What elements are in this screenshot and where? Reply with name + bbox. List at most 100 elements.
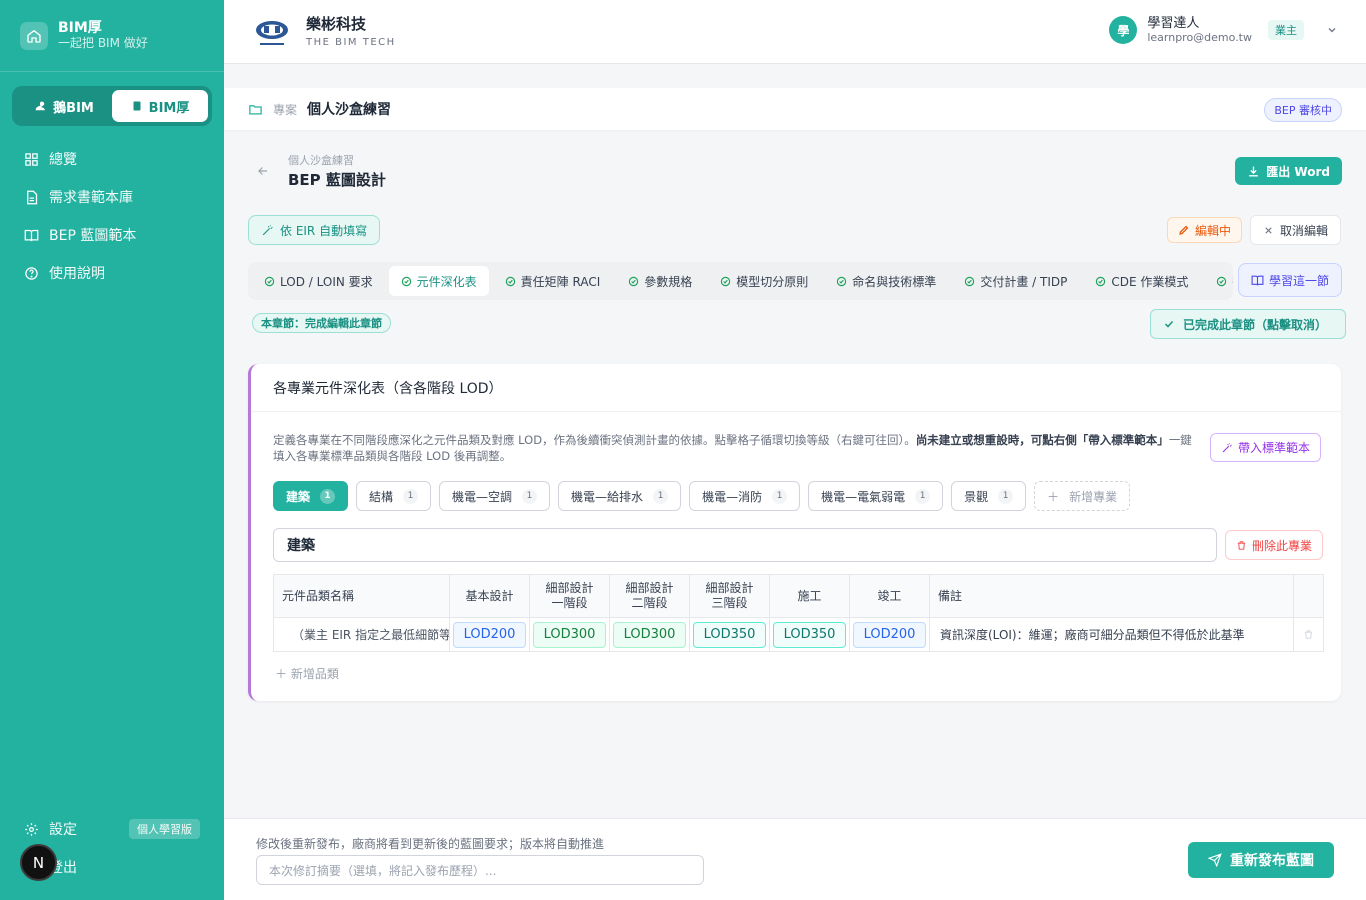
column-header: 細部設計 三階段 xyxy=(689,574,770,618)
table-row: （業主 EIR 指定之最低細節等 LOD200 LOD300 LOD300 LOD350… xyxy=(273,617,1324,652)
lod-cell[interactable]: LOD350 xyxy=(769,617,850,652)
discipline-count: 1 xyxy=(772,488,788,504)
discipline-tabs: 建築 1 結構 1 機電—空調 1 機電—給排水 1 機電—消防 1 機電—電氣弱電 1 景觀 1 ＋ 新增… xyxy=(273,481,1131,511)
status-badge: BEP 審核中 xyxy=(1264,98,1342,122)
lod-cell[interactable]: LOD200 xyxy=(849,617,930,652)
export-word-button[interactable]: 匯出 Word xyxy=(1235,157,1342,185)
category-name-cell[interactable]: （業主 EIR 指定之最低細節等 xyxy=(273,617,450,652)
tab-section[interactable]: LOD / LOIN 要求 xyxy=(252,266,385,296)
lod-badge: LOD300 xyxy=(613,621,686,648)
grid-icon xyxy=(24,152,39,167)
column-header-line: 一階段 xyxy=(551,596,588,610)
discipline-tab[interactable]: 機電—消防 1 xyxy=(689,481,801,511)
row-delete-cell[interactable] xyxy=(1293,617,1324,652)
nav-help[interactable]: 使用說明 xyxy=(0,254,224,292)
eir-autofill-button[interactable]: 依 EIR 自動填寫 xyxy=(248,215,381,245)
category-name: （業主 EIR 指定之最低細節等 xyxy=(292,628,450,642)
trash-icon xyxy=(1236,540,1247,551)
back-arrow-icon[interactable] xyxy=(256,164,270,178)
lod-cell[interactable]: LOD350 xyxy=(689,617,770,652)
nav-overview[interactable]: 總覽 xyxy=(0,140,224,178)
tab-label: 責任矩陣 RACI xyxy=(520,274,601,289)
sidebar: BIM厚 一起把 BIM 做好 鵝BIM BIM厚 總覽 需求書範本庫 BEP … xyxy=(0,0,224,900)
discipline-label: 機電—給排水 xyxy=(571,489,644,504)
column-header: 基本設計 xyxy=(449,574,530,618)
tab-section[interactable]: CDE 作業模式 xyxy=(1083,266,1200,296)
column-header: 施工 xyxy=(769,574,850,618)
sidebar-brand[interactable]: BIM厚 一起把 BIM 做好 xyxy=(0,0,224,72)
switch-goose-bim[interactable]: 鵝BIM xyxy=(16,90,112,122)
lod-table: 元件品類名稱 基本設計 細部設計 一階段 細部設計 二階段 細部設計 三階段 施工 竣工 備註 （業… xyxy=(273,574,1324,652)
column-header: 竣工 xyxy=(849,574,930,618)
user-email: learnpro@demo.tw xyxy=(1147,31,1252,44)
send-icon xyxy=(1208,853,1222,867)
tab-section[interactable]: 參數規格 xyxy=(616,266,704,296)
nav-label: 需求書範本庫 xyxy=(49,190,133,206)
discipline-tab[interactable]: 機電—空調 1 xyxy=(439,481,551,511)
trash-icon[interactable] xyxy=(1297,629,1320,640)
switch-bim-hou-label: BIM厚 xyxy=(148,100,190,116)
topbar: 樂彬科技 THE BIM TECH 學 學習達人 learnpro@demo.t… xyxy=(224,0,1366,64)
chevron-down-icon[interactable] xyxy=(1326,24,1338,36)
chapter-done-button[interactable]: 已完成此章節（點擊取消） xyxy=(1150,309,1347,339)
lod-badge: LOD200 xyxy=(453,621,526,648)
add-category-button[interactable]: ＋ 新增品類 xyxy=(275,665,339,682)
learn-section-button[interactable]: 學習這一節 xyxy=(1238,263,1342,297)
book-icon xyxy=(24,228,39,243)
discipline-label: 機電—消防 xyxy=(702,489,763,504)
lod-cell[interactable]: LOD300 xyxy=(529,617,610,652)
user-role-badge: 業主 xyxy=(1268,20,1304,40)
discipline-label: 景觀 xyxy=(964,489,989,504)
brand-title: BIM厚 xyxy=(58,20,102,36)
discipline-name-input[interactable]: 建築 xyxy=(273,528,1217,562)
user-menu[interactable]: 學 學習達人 learnpro@demo.tw 業主 xyxy=(1109,16,1338,44)
check-circle-icon xyxy=(1216,276,1227,287)
check-circle-icon xyxy=(505,276,516,287)
discipline-label: 建築 xyxy=(286,489,311,504)
column-header-line: 備註 xyxy=(938,588,963,603)
add-discipline-button[interactable]: ＋ 新增專業 xyxy=(1034,481,1131,511)
tab-section[interactable]: 模型切分原則 xyxy=(708,266,820,296)
tab-section[interactable]: 交付計畫 / TIDP xyxy=(952,266,1079,296)
discipline-tab[interactable]: 建築 1 xyxy=(273,481,349,511)
learn-section-label: 學習這一節 xyxy=(1268,273,1329,288)
delete-discipline-button[interactable]: 刪除此專業 xyxy=(1225,530,1324,560)
discipline-tab[interactable]: 機電—電氣弱電 1 xyxy=(808,481,944,511)
lod-cell[interactable]: LOD200 xyxy=(449,617,530,652)
column-header-line: 二階段 xyxy=(631,596,668,610)
load-standard-template-button[interactable]: 帶入標準範本 xyxy=(1209,433,1321,462)
load-standard-template-label: 帶入標準範本 xyxy=(1237,441,1310,455)
discipline-count: 1 xyxy=(915,488,931,504)
lod-badge: LOD200 xyxy=(853,621,926,648)
discipline-label: 機電—電氣弱電 xyxy=(821,489,906,504)
revision-summary-input[interactable]: 本次修訂摘要（選填，將記入發布歷程）... xyxy=(256,855,704,885)
user-name: 學習達人 xyxy=(1147,16,1200,31)
discipline-tab[interactable]: 機電—給排水 1 xyxy=(558,481,682,511)
switch-bim-hou[interactable]: BIM厚 xyxy=(112,90,208,122)
nav-settings[interactable]: 設定 個人學習版 xyxy=(0,810,224,848)
tab-section[interactable]: 元件深化表 xyxy=(388,266,489,296)
republish-button[interactable]: 重新發布藍圖 xyxy=(1188,842,1334,878)
tab-section[interactable]: 責任矩陣 RACI xyxy=(493,266,613,296)
tab-label: 參數規格 xyxy=(644,274,693,289)
dev-tools-button[interactable]: N xyxy=(20,844,57,881)
card-description: 定義各專業在不同階段應深化之元件品類及對應 LOD，作為後續衝突偵測計畫的依據。… xyxy=(273,432,1193,464)
chapter-done-label: 已完成此章節（點擊取消） xyxy=(1183,317,1328,332)
tab-section[interactable]: 衝突 xyxy=(1204,266,1233,296)
lod-cell[interactable]: LOD300 xyxy=(609,617,690,652)
nav-bep-template[interactable]: BEP 藍圖範本 xyxy=(0,216,224,254)
tab-label: 交付計畫 / TIDP xyxy=(980,274,1068,289)
note-cell[interactable]: 資訊深度(LOI)：維運；廠商可細分品類但不得低於此基準 xyxy=(929,617,1294,652)
download-icon xyxy=(1247,165,1260,178)
section-tabs: LOD / LOIN 要求 元件深化表 責任矩陣 RACI 參數規格 模型切分原則 命名與… xyxy=(248,262,1233,300)
check-circle-icon xyxy=(401,276,412,287)
nav-label: 總覽 xyxy=(49,152,77,168)
nav-requirement-library[interactable]: 需求書範本庫 xyxy=(0,178,224,216)
discipline-tab[interactable]: 結構 1 xyxy=(356,481,432,511)
nav-label: 使用說明 xyxy=(49,266,105,282)
discipline-tab[interactable]: 景觀 1 xyxy=(951,481,1027,511)
tab-section[interactable]: 命名與技術標準 xyxy=(824,266,948,296)
column-header-line: 竣工 xyxy=(877,588,902,603)
cancel-edit-button[interactable]: 取消編輯 xyxy=(1250,215,1342,245)
column-header-line: 元件品類名稱 xyxy=(282,588,355,603)
